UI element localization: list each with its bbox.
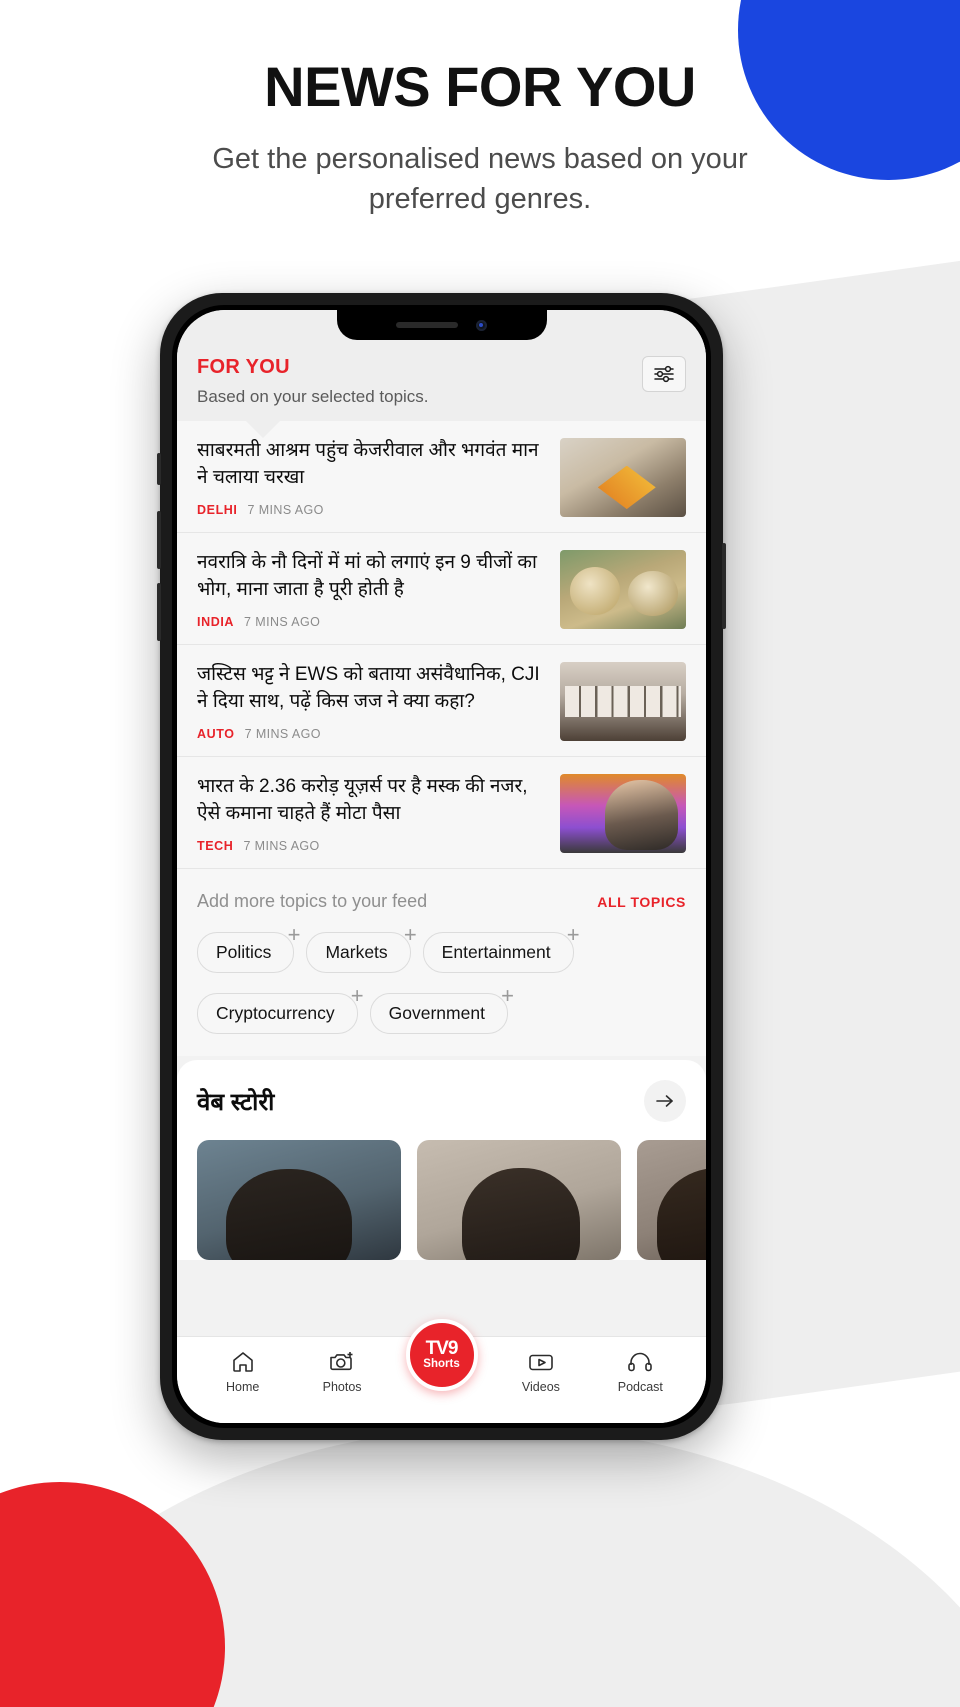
web-stories-title: वेब स्टोरी bbox=[197, 1088, 275, 1116]
all-topics-link[interactable]: ALL TOPICS bbox=[597, 894, 686, 910]
news-thumbnail bbox=[560, 662, 686, 741]
promo-subheadline: Get the personalised news based on your … bbox=[212, 142, 748, 215]
topic-chip-politics[interactable]: Politics + bbox=[197, 924, 300, 973]
topic-chip-label: Government bbox=[388, 1003, 485, 1023]
news-title: नवरात्रि के नौ दिनों में मां को लगाएं इन… bbox=[197, 552, 537, 600]
news-title: जस्टिस भट्ट ने EWS को बताया असंवैधानिक, … bbox=[197, 664, 540, 712]
web-stories-next-button[interactable] bbox=[644, 1080, 686, 1122]
phone-volume-up-button bbox=[157, 511, 161, 569]
news-timestamp: 7 MINS AGO bbox=[244, 614, 321, 629]
promo-text-block: NEWS FOR YOU Get the personalised news b… bbox=[0, 55, 960, 219]
promo-page: NEWS FOR YOU Get the personalised news b… bbox=[0, 0, 960, 1707]
topic-chip-label: Politics bbox=[216, 942, 272, 962]
header-pointer-arrow bbox=[245, 420, 281, 438]
nav-item-podcast[interactable]: Podcast bbox=[591, 1349, 690, 1394]
sliders-icon bbox=[653, 365, 675, 383]
video-play-icon bbox=[527, 1349, 555, 1375]
topic-chip-label: Markets bbox=[325, 942, 388, 962]
news-timestamp: 7 MINS AGO bbox=[243, 838, 320, 853]
phone-bezel: FOR YOU Based on your selected topics. स… bbox=[172, 305, 711, 1428]
plus-icon: + bbox=[403, 922, 417, 947]
news-category: TECH bbox=[197, 838, 234, 853]
news-category: AUTO bbox=[197, 726, 235, 741]
news-thumbnail bbox=[560, 774, 686, 853]
topic-chip-label: Cryptocurrency bbox=[216, 1003, 335, 1023]
news-thumbnail bbox=[560, 550, 686, 629]
shorts-fab-button[interactable]: TV9 Shorts bbox=[405, 1319, 478, 1391]
topic-chip-markets[interactable]: Markets + bbox=[306, 924, 417, 973]
headphones-icon bbox=[626, 1349, 654, 1375]
web-story-card[interactable] bbox=[197, 1140, 401, 1260]
promo-headline: NEWS FOR YOU bbox=[264, 55, 696, 118]
phone-volume-down-button bbox=[157, 583, 161, 641]
web-stories-carousel[interactable] bbox=[197, 1140, 706, 1260]
news-list-item[interactable]: नवरात्रि के नौ दिनों में मां को लगाएं इन… bbox=[177, 533, 706, 645]
for-you-subtitle: Based on your selected topics. bbox=[197, 387, 429, 406]
filter-settings-button[interactable] bbox=[642, 356, 686, 392]
news-list-item[interactable]: जस्टिस भट्ट ने EWS को बताया असंवैधानिक, … bbox=[177, 645, 706, 757]
news-category: DELHI bbox=[197, 502, 238, 517]
for-you-title: FOR YOU bbox=[197, 356, 290, 378]
news-thumbnail bbox=[560, 438, 686, 517]
phone-mockup: FOR YOU Based on your selected topics. स… bbox=[157, 293, 726, 1440]
phone-screen: FOR YOU Based on your selected topics. स… bbox=[177, 310, 706, 1423]
topic-chip-row-2: Cryptocurrency + Government + bbox=[197, 985, 686, 1034]
news-list-item[interactable]: भारत के 2.36 करोड़ यूज़र्स पर है मस्क की… bbox=[177, 757, 706, 869]
news-timestamp: 7 MINS AGO bbox=[247, 502, 324, 517]
plus-icon: + bbox=[566, 922, 580, 947]
news-category: INDIA bbox=[197, 614, 235, 629]
nav-label: Photos bbox=[322, 1380, 362, 1394]
web-story-card[interactable] bbox=[637, 1140, 706, 1260]
tv9-logo: TV9 bbox=[425, 1338, 459, 1360]
topic-chip-label: Entertainment bbox=[441, 942, 551, 962]
camera-plus-icon bbox=[328, 1349, 356, 1375]
phone-notch bbox=[336, 310, 547, 340]
nav-label: Podcast bbox=[617, 1380, 663, 1394]
topic-chip-cryptocurrency[interactable]: Cryptocurrency + bbox=[197, 985, 364, 1034]
add-topics-section: Add more topics to your feed ALL TOPICS … bbox=[177, 869, 706, 1056]
news-title: साबरमती आश्रम पहुंच केजरीवाल और भगवंत मा… bbox=[197, 440, 539, 488]
plus-icon: + bbox=[287, 922, 301, 947]
phone-power-button bbox=[722, 543, 726, 629]
home-icon bbox=[230, 1349, 256, 1375]
web-stories-section: वेब स्टोरी bbox=[177, 1060, 706, 1260]
nav-label: Videos bbox=[521, 1380, 560, 1394]
web-story-card[interactable] bbox=[417, 1140, 621, 1260]
plus-icon: + bbox=[501, 983, 514, 1008]
topic-chip-row-1: Politics + Markets + Entertainment + bbox=[197, 924, 686, 973]
bottom-navigation-bar: Home Photos TV9 Shorts Videos Podcast bbox=[177, 1319, 706, 1423]
nav-item-home[interactable]: Home bbox=[193, 1349, 292, 1394]
arrow-right-icon bbox=[655, 1093, 675, 1109]
nav-label: Home bbox=[226, 1380, 260, 1394]
news-timestamp: 7 MINS AGO bbox=[244, 726, 321, 741]
earpiece-speaker-icon bbox=[396, 322, 458, 328]
plus-icon: + bbox=[350, 983, 364, 1008]
phone-silent-switch bbox=[157, 453, 161, 485]
topic-chip-entertainment[interactable]: Entertainment + bbox=[422, 924, 580, 973]
front-camera-icon bbox=[476, 319, 487, 331]
news-title: भारत के 2.36 करोड़ यूज़र्स पर है मस्क की… bbox=[197, 776, 528, 824]
nav-label: Shorts bbox=[423, 1358, 460, 1371]
news-feed-list: साबरमती आश्रम पहुंच केजरीवाल और भगवंत मा… bbox=[177, 421, 706, 869]
topic-chip-government[interactable]: Government + bbox=[369, 985, 514, 1034]
add-topics-label: Add more topics to your feed bbox=[197, 891, 428, 911]
nav-item-videos[interactable]: Videos bbox=[491, 1349, 590, 1394]
nav-item-photos[interactable]: Photos bbox=[292, 1349, 391, 1394]
